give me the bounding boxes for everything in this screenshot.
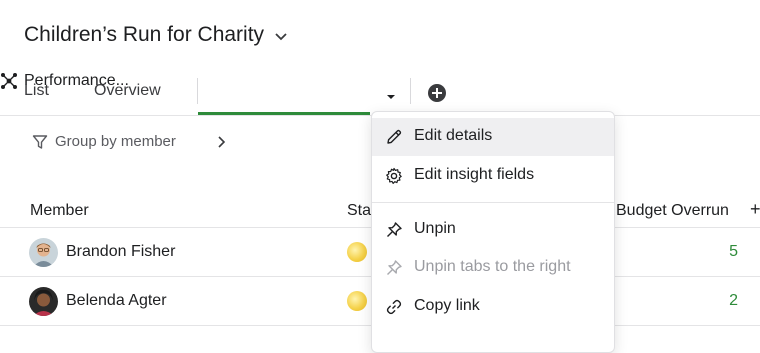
group-by-button[interactable]: Group by member (32, 133, 176, 150)
column-header-status[interactable]: Sta (347, 202, 371, 220)
pin-icon (385, 259, 403, 277)
budget-overrun-value: 5 (729, 243, 738, 260)
menu-item-label: Edit details (414, 127, 493, 144)
menu-item-copy-link[interactable]: Copy link (372, 288, 614, 326)
tab-bar: List Overview Performance... (0, 72, 760, 116)
menu-item-edit-insight-fields[interactable]: Edit insight fields (372, 157, 614, 195)
chevron-down-icon (274, 24, 288, 48)
member-name: Belenda Agter (66, 292, 167, 309)
tab-overview[interactable]: Overview (94, 82, 161, 100)
menu-divider (372, 202, 614, 203)
pin-icon (385, 221, 403, 239)
menu-item-label: Unpin tabs to the right (414, 258, 571, 275)
menu-item-unpin[interactable]: Unpin (372, 211, 614, 249)
add-column-plus-icon[interactable]: + (750, 199, 760, 220)
menu-item-unpin-tabs-right: Unpin tabs to the right (372, 249, 614, 287)
group-by-label: Group by member (55, 133, 176, 150)
column-header-budget-overrun[interactable]: Budget Overrun (616, 202, 729, 220)
menu-item-label: Copy link (414, 297, 480, 314)
status-indicator-icon (347, 291, 367, 311)
avatar (29, 287, 58, 316)
gear-icon (385, 167, 403, 185)
pencil-icon (385, 128, 403, 146)
menu-item-label: Unpin (414, 220, 456, 237)
add-tab-plus-icon[interactable] (428, 84, 446, 102)
menu-item-label: Edit insight fields (414, 166, 535, 183)
column-header-member[interactable]: Member (30, 202, 89, 220)
avatar (29, 238, 58, 267)
tab-context-menu: Edit details Edit insight fields Unpin U… (371, 111, 615, 353)
project-title: Children’s Run for Charity (24, 23, 265, 46)
chevron-right-icon[interactable] (216, 135, 226, 154)
budget-overrun-value: 2 (729, 292, 738, 309)
tab-dropdown-caret-icon[interactable] (386, 88, 396, 106)
tab-divider (410, 78, 411, 104)
project-title-button[interactable]: Children’s Run for Charity (24, 22, 288, 48)
status-indicator-icon (347, 242, 367, 262)
tab-list[interactable]: List (24, 82, 49, 100)
menu-item-edit-details[interactable]: Edit details (372, 118, 614, 156)
network-icon (0, 72, 18, 90)
link-icon (385, 298, 403, 316)
member-name: Brandon Fisher (66, 243, 176, 260)
filter-funnel-icon (32, 134, 48, 150)
tab-divider (197, 78, 198, 104)
